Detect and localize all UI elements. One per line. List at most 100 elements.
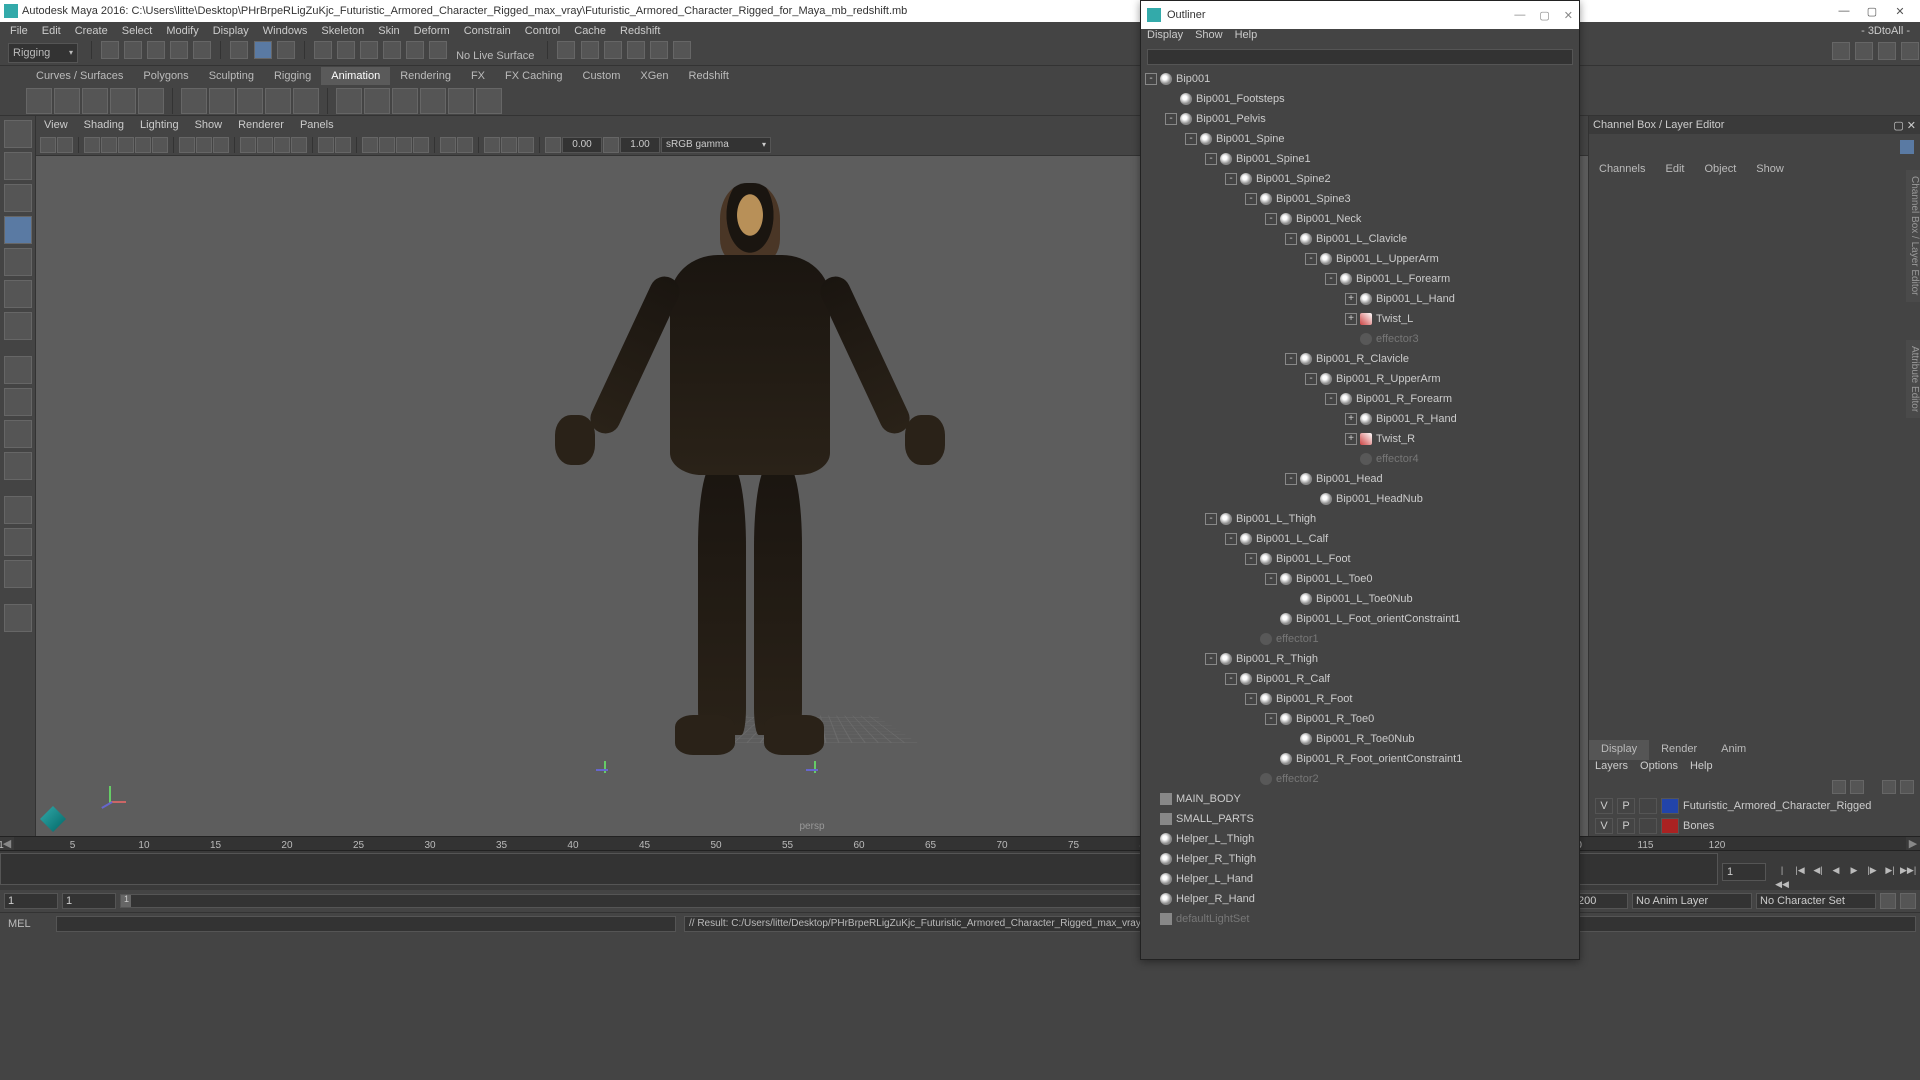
layout-c-icon[interactable] xyxy=(4,496,32,524)
outliner-item[interactable]: -Bip001_Spine3 xyxy=(1145,189,1575,209)
expand-toggle[interactable]: - xyxy=(1285,233,1297,245)
vp-icon[interactable] xyxy=(84,137,100,153)
layout-d-icon[interactable] xyxy=(4,528,32,556)
outliner-title-bar[interactable]: Outliner — ▢ ✕ xyxy=(1141,1,1579,29)
shelf-icon[interactable] xyxy=(293,88,319,114)
undo-icon[interactable] xyxy=(170,41,188,59)
expand-toggle[interactable]: - xyxy=(1205,653,1217,665)
character-mesh[interactable] xyxy=(670,183,830,755)
outliner-tree[interactable]: -Bip001Bip001_Footsteps-Bip001_Pelvis-Bi… xyxy=(1141,67,1579,939)
outliner-item[interactable]: -Bip001_Spine1 xyxy=(1145,149,1575,169)
anim-layer-dropdown[interactable]: No Anim Layer xyxy=(1632,893,1752,909)
panel-layout-2-icon[interactable] xyxy=(1855,42,1873,60)
vp-icon[interactable] xyxy=(101,137,117,153)
go-end-icon[interactable]: ▶▶| xyxy=(1900,863,1916,879)
vp-menu-show[interactable]: Show xyxy=(195,119,223,131)
expand-toggle[interactable]: - xyxy=(1285,353,1297,365)
expand-toggle[interactable]: + xyxy=(1345,413,1357,425)
cb-tab-channels[interactable]: Channels xyxy=(1589,161,1655,177)
maximize-button[interactable]: ▢ xyxy=(1864,5,1880,18)
menu-cache[interactable]: Cache xyxy=(568,23,612,39)
vp-icon[interactable] xyxy=(440,137,456,153)
outliner-item[interactable]: Bip001_HeadNub xyxy=(1145,489,1575,509)
expand-toggle[interactable]: + xyxy=(1345,313,1357,325)
hypershade-icon[interactable] xyxy=(627,41,645,59)
vp-icon[interactable] xyxy=(362,137,378,153)
shelf-icon[interactable] xyxy=(209,88,235,114)
current-frame-field[interactable]: 1 xyxy=(1722,863,1766,881)
exposure-icon[interactable] xyxy=(545,137,561,153)
expand-toggle[interactable]: - xyxy=(1265,213,1277,225)
panel-layout-4-icon[interactable] xyxy=(1901,42,1919,60)
new-scene-icon[interactable] xyxy=(101,41,119,59)
expand-toggle[interactable]: - xyxy=(1225,173,1237,185)
vp-icon[interactable] xyxy=(118,137,134,153)
shelf-tab-fx[interactable]: FX xyxy=(461,67,495,85)
layer-playback[interactable]: P xyxy=(1617,798,1635,814)
outliner-item[interactable]: effector2 xyxy=(1145,769,1575,789)
shelf-icon[interactable] xyxy=(364,88,390,114)
paint-select-icon[interactable] xyxy=(277,41,295,59)
expand-toggle[interactable]: - xyxy=(1285,473,1297,485)
menu-skeleton[interactable]: Skeleton xyxy=(315,23,370,39)
layer-visibility[interactable]: V xyxy=(1595,798,1613,814)
outliner-item[interactable]: +Twist_R xyxy=(1145,429,1575,449)
prefs-icon[interactable] xyxy=(1900,893,1916,909)
vp-icon[interactable] xyxy=(318,137,334,153)
shelf-tab-curvessurfaces[interactable]: Curves / Surfaces xyxy=(26,67,133,85)
shelf-tab-rendering[interactable]: Rendering xyxy=(390,67,461,85)
expand-toggle[interactable]: - xyxy=(1225,533,1237,545)
shelf-tab-animation[interactable]: Animation xyxy=(321,67,390,85)
shelf-icon[interactable] xyxy=(181,88,207,114)
vp-icon[interactable] xyxy=(135,137,151,153)
outliner-item[interactable]: -Bip001_Neck xyxy=(1145,209,1575,229)
layer-icon[interactable] xyxy=(1882,780,1896,794)
vp-icon[interactable] xyxy=(396,137,412,153)
vp-icon[interactable] xyxy=(213,137,229,153)
step-fwd-icon[interactable]: |▶ xyxy=(1864,863,1880,879)
outliner-item[interactable]: Helper_R_Hand xyxy=(1145,889,1575,909)
step-fwd-key-icon[interactable]: ▶| xyxy=(1882,863,1898,879)
snap-curve-icon[interactable] xyxy=(337,41,355,59)
render-seq-icon[interactable] xyxy=(673,41,691,59)
colorspace-dropdown[interactable]: sRGB gamma xyxy=(661,137,771,153)
expand-toggle[interactable]: - xyxy=(1225,673,1237,685)
outliner-item[interactable]: Bip001_L_Foot_orientConstraint1 xyxy=(1145,609,1575,629)
scale-tool-icon[interactable] xyxy=(4,280,32,308)
command-input[interactable] xyxy=(56,916,676,932)
layer-icon[interactable] xyxy=(1850,780,1864,794)
outliner-item[interactable]: -Bip001_L_Calf xyxy=(1145,529,1575,549)
playblast-icon[interactable] xyxy=(650,41,668,59)
menu-deform[interactable]: Deform xyxy=(408,23,456,39)
expand-toggle[interactable]: - xyxy=(1245,693,1257,705)
expand-toggle[interactable]: - xyxy=(1165,113,1177,125)
vp-icon[interactable] xyxy=(196,137,212,153)
reset-icon[interactable] xyxy=(1900,140,1914,154)
expand-toggle[interactable]: - xyxy=(1245,553,1257,565)
outliner-item[interactable]: -Bip001_L_Toe0 xyxy=(1145,569,1575,589)
shelf-tab-xgen[interactable]: XGen xyxy=(630,67,678,85)
vertical-tab-attribute[interactable]: Attribute Editor xyxy=(1906,340,1920,418)
outliner-search-input[interactable] xyxy=(1147,49,1573,65)
outliner-item[interactable]: -Bip001_L_Foot xyxy=(1145,549,1575,569)
expand-toggle[interactable]: + xyxy=(1345,433,1357,445)
lasso-icon[interactable] xyxy=(254,41,272,59)
last-tool-icon[interactable] xyxy=(4,312,32,340)
expand-toggle[interactable]: - xyxy=(1185,133,1197,145)
time-slider[interactable]: 1510152025303540455055606570758085909510… xyxy=(0,850,1920,890)
outliner-window[interactable]: Outliner — ▢ ✕ DisplayShowHelp -Bip001Bi… xyxy=(1140,0,1580,960)
move-tool-icon[interactable] xyxy=(4,216,32,244)
layer-color[interactable] xyxy=(1661,818,1679,834)
outliner-item[interactable]: -Bip001_L_UpperArm xyxy=(1145,249,1575,269)
menu-edit[interactable]: Edit xyxy=(36,23,67,39)
vp-icon[interactable] xyxy=(335,137,351,153)
vp-icon[interactable] xyxy=(501,137,517,153)
vp-menu-shading[interactable]: Shading xyxy=(84,119,124,131)
expand-toggle[interactable]: - xyxy=(1325,393,1337,405)
outliner-item[interactable]: Bip001_L_Toe0Nub xyxy=(1145,589,1575,609)
layer-icon[interactable] xyxy=(1900,780,1914,794)
vp-icon[interactable] xyxy=(413,137,429,153)
layer-tab-anim[interactable]: Anim xyxy=(1709,740,1758,760)
menu-control[interactable]: Control xyxy=(519,23,566,39)
redo-icon[interactable] xyxy=(193,41,211,59)
